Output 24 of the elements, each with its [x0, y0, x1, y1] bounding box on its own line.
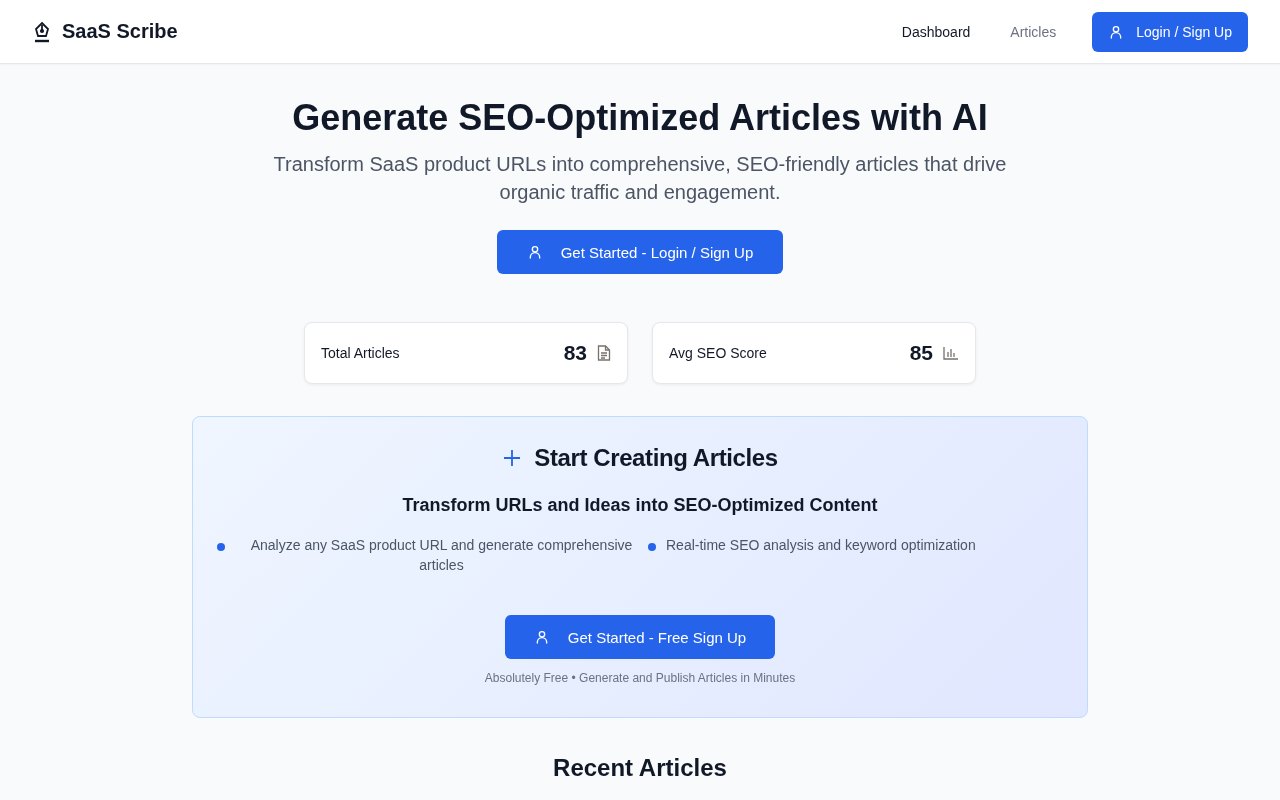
bullet-icon	[648, 543, 656, 551]
feature-text: Real-time SEO analysis and keyword optimization	[666, 536, 977, 555]
hero-subtitle: Transform SaaS product URLs into comprehensive, SEO-friendly articles that drive organic traffic and engagement.	[272, 152, 1008, 205]
panel-note: Absolutely Free • Generate and Publish Articles in Minutes	[484, 671, 796, 685]
pen-nib-icon	[32, 20, 52, 43]
free-sign-up-button[interactable]: Get Started - Free Sign Up	[505, 615, 775, 659]
nav-link[interactable]: Dashboard	[881, 15, 991, 48]
stat-label: Avg SEO Score	[669, 345, 767, 361]
stat-value: 85	[909, 341, 933, 365]
panel-subtitle: Transform URLs and Ideas into SEO-Optimized Content	[402, 494, 878, 517]
stat-label: Total Articles	[321, 345, 400, 361]
get-started-button[interactable]: Get Started - Login / Sign Up	[497, 230, 783, 274]
bullet-icon	[217, 543, 225, 551]
panel-title: Start Creating Articles	[534, 443, 778, 473]
plus-icon	[502, 448, 523, 468]
section-title: Recent Articles	[552, 753, 728, 783]
document-icon	[597, 345, 611, 361]
stat-value: 83	[563, 341, 587, 365]
brand-name: SaaS Scribe	[62, 20, 178, 43]
login-button[interactable]: Login / Sign Up	[1092, 11, 1248, 52]
hero-title: Generate SEO-Optimized Articles with AI	[292, 96, 988, 140]
feature-text: Analyze any SaaS product URL and generate comprehensive articles	[249, 536, 634, 575]
nav-link[interactable]: Articles	[990, 15, 1077, 48]
bar-chart-icon	[943, 346, 959, 360]
